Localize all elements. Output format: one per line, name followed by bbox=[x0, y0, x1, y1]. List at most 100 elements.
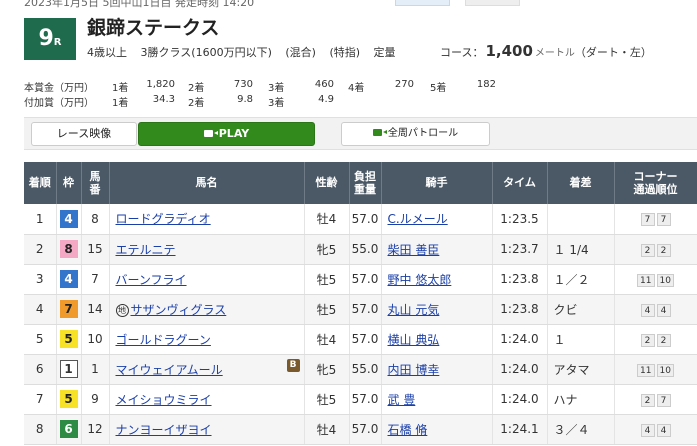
race-date-partial: 2023年1月5日 5回中山1日目 発走時刻 14:20 bbox=[24, 0, 255, 8]
horse-link[interactable]: ナンヨーイザヨイ bbox=[116, 423, 212, 437]
time-cell: 1:23.5 bbox=[492, 204, 548, 235]
corner-pos: 4 bbox=[656, 423, 671, 437]
sexage-cell: 牡5 bbox=[304, 264, 350, 295]
horse-link[interactable]: エテルニテ bbox=[116, 243, 176, 257]
jockey-cell: 内田 博幸 bbox=[381, 354, 493, 385]
sexage-cell: 牡5 bbox=[304, 294, 350, 325]
waku-cell: 8 bbox=[56, 234, 82, 265]
corner-pos: 11 bbox=[637, 363, 655, 377]
horse-link[interactable]: ゴールドラグーン bbox=[116, 333, 211, 347]
jockey-link[interactable]: 丸山 元気 bbox=[388, 303, 440, 317]
waku-badge: 7 bbox=[59, 300, 78, 318]
weight-cell: 55.0 bbox=[349, 354, 382, 385]
jockey-link[interactable]: 横山 典弘 bbox=[388, 333, 440, 347]
header-horse: 馬名 bbox=[109, 162, 305, 204]
patrol-video-button[interactable]: 全周パトロール bbox=[341, 122, 490, 146]
weight-cell: 57.0 bbox=[349, 294, 382, 325]
umaban-cell: 9 bbox=[81, 384, 110, 415]
table-header-row: 着順 枠 馬番 馬名 性齢 負担 重量 騎手 タイム 着差 コーナー 通過順位 bbox=[24, 162, 697, 204]
play-label: PLAY bbox=[218, 127, 250, 140]
corner-pos: 7 bbox=[640, 213, 655, 227]
prize-main-place-4: 4着 bbox=[348, 83, 365, 94]
play-button[interactable]: PLAY bbox=[138, 122, 315, 146]
header-umaban-line2: 番 bbox=[89, 183, 101, 196]
umaban-cell: 7 bbox=[81, 264, 110, 295]
corner-pos: 10 bbox=[656, 273, 674, 287]
top-partial-strip: 2023年1月5日 5回中山1日目 発走時刻 14:20 bbox=[0, 0, 697, 8]
corner-cell: 27 bbox=[614, 384, 697, 415]
jockey-link[interactable]: 武 豊 bbox=[388, 393, 416, 407]
corner-pos: 2 bbox=[640, 393, 655, 407]
prize-extra-value-1: 34.3 bbox=[152, 94, 175, 105]
table-row: 8 6 12 ナンヨーイザヨイ 牡4 57.0 石橋 脩 1:24.1 ３／４ … bbox=[24, 414, 697, 445]
header-weight-line2: 重量 bbox=[354, 183, 376, 196]
waku-cell: 5 bbox=[56, 384, 82, 415]
jockey-link[interactable]: 内田 博幸 bbox=[388, 363, 440, 377]
table-row: 6 1 1 マイウェイアムール B 牝5 55.0 内田 博幸 1:24.0 アタ… bbox=[24, 354, 697, 385]
corner-cell: 22 bbox=[614, 324, 697, 355]
horse-link[interactable]: メイショウミライ bbox=[116, 393, 212, 407]
race-video-button[interactable]: レース映像 bbox=[31, 122, 137, 146]
weight-cell: 57.0 bbox=[349, 384, 382, 415]
horse-cell: 地サザンヴィグラス bbox=[109, 294, 305, 325]
partial-tab-2[interactable] bbox=[465, 0, 520, 6]
prize-main-value-3: 460 bbox=[314, 79, 334, 90]
rank-cell: 8 bbox=[24, 414, 57, 445]
jockey-link[interactable]: 石橋 脩 bbox=[388, 423, 428, 437]
horse-link[interactable]: ロードグラディオ bbox=[116, 212, 211, 226]
prize-main-place-1: 1着 bbox=[112, 83, 129, 94]
video-toolbar: レース映像 PLAY 全周パトロール bbox=[24, 117, 697, 150]
table-row: 3 4 7 バーンフライ 牡5 57.0 野中 悠太郎 1:23.8 １／２ 1… bbox=[24, 264, 697, 295]
horse-link[interactable]: マイウェイアムール bbox=[116, 363, 223, 377]
jockey-link[interactable]: C.ルメール bbox=[388, 212, 448, 226]
horse-cell: メイショウミライ bbox=[109, 384, 305, 415]
rank-cell: 5 bbox=[24, 324, 57, 355]
condition-age: 4歳以上 bbox=[87, 46, 127, 59]
sexage-cell: 牡4 bbox=[304, 414, 350, 445]
waku-badge: 4 bbox=[59, 209, 78, 228]
umaban-cell: 14 bbox=[81, 294, 110, 325]
course-distance: 1,400 bbox=[485, 42, 533, 60]
sexage-cell: 牡4 bbox=[304, 204, 350, 235]
weight-cell: 57.0 bbox=[349, 264, 382, 295]
rank-cell: 2 bbox=[24, 234, 57, 265]
blinker-icon: B bbox=[286, 358, 300, 372]
table-row: 7 5 9 メイショウミライ 牡5 57.0 武 豊 1:24.0 ハナ 27 bbox=[24, 384, 697, 415]
header-umaban: 馬番 bbox=[81, 162, 110, 204]
rank-cell: 3 bbox=[24, 264, 57, 295]
horse-cell: エテルニテ bbox=[109, 234, 305, 265]
horse-link[interactable]: バーンフライ bbox=[116, 273, 187, 287]
margin-cell: アタマ bbox=[547, 354, 615, 385]
horse-cell: バーンフライ bbox=[109, 264, 305, 295]
jockey-link[interactable]: 柴田 善臣 bbox=[388, 243, 440, 257]
table-row: 2 8 15 エテルニテ 牝5 55.0 柴田 善臣 1:23.7 １ 1/4 … bbox=[24, 234, 697, 265]
race-number-badge: 9R bbox=[24, 18, 76, 60]
corner-pos: 2 bbox=[656, 243, 671, 257]
weight-cell: 57.0 bbox=[349, 204, 382, 235]
prize-main-place-2: 2着 bbox=[188, 83, 205, 94]
prize-main-place-5: 5着 bbox=[430, 83, 447, 94]
condition-class: 3勝クラス(1600万円以下) bbox=[140, 46, 272, 59]
condition-mixed: (混合) bbox=[285, 46, 316, 59]
header-jockey: 騎手 bbox=[381, 162, 493, 204]
condition-special: (特指) bbox=[329, 46, 361, 59]
jockey-cell: 武 豊 bbox=[381, 384, 493, 415]
corner-pos: 10 bbox=[656, 363, 674, 377]
waku-cell: 6 bbox=[56, 414, 82, 445]
jockey-link[interactable]: 野中 悠太郎 bbox=[388, 273, 452, 287]
horse-link[interactable]: サザンヴィグラス bbox=[131, 303, 227, 317]
waku-cell: 1 bbox=[56, 354, 82, 385]
partial-tab-1[interactable] bbox=[395, 0, 450, 6]
prize-extra-place-1: 1着 bbox=[112, 98, 129, 109]
table-row: 5 5 10 ゴールドラグーン 牡4 57.0 横山 典弘 1:24.0 １ 2… bbox=[24, 324, 697, 355]
corner-cell: 44 bbox=[614, 414, 697, 445]
umaban-cell: 10 bbox=[81, 324, 110, 355]
horse-cell: ロードグラディオ bbox=[109, 204, 305, 235]
header-weight-line1: 負担 bbox=[354, 169, 376, 183]
local-horse-mark-icon: 地 bbox=[115, 303, 129, 317]
rank-cell: 6 bbox=[24, 354, 57, 385]
corner-pos: 7 bbox=[656, 213, 671, 227]
rank-cell: 4 bbox=[24, 294, 57, 325]
rank-cell: 7 bbox=[24, 384, 57, 415]
prize-main-value-5: 182 bbox=[476, 79, 496, 90]
